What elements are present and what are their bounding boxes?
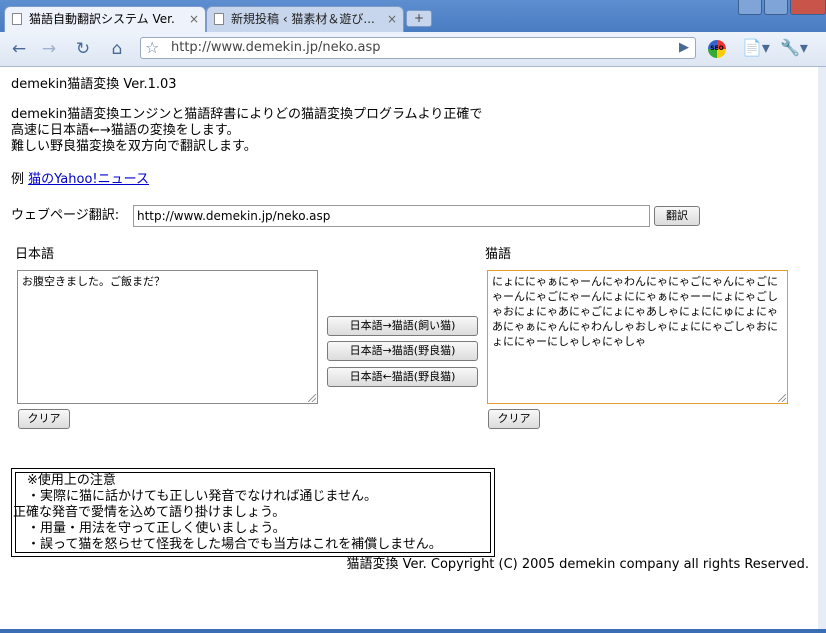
ja-to-cat-pet-button[interactable]: 日本語→猫語(飼い猫) [327,316,478,336]
description-line-3: 難しい野良猫変換を双方向で翻訳します。 [11,139,257,154]
page-favicon-icon [12,13,22,25]
cat-text: にょににゃぁにゃーんにゃわんにゃにゃごにゃんにゃごにゃーんにゃごにゃーんにょにに… [492,275,778,348]
tab-title: 新規投稿 ‹ 猫素材＆遊び... [231,12,375,26]
page-title: demekin猫語変換 Ver.1.03 [11,77,177,92]
seo-icon[interactable]: SEO [708,40,726,58]
title-bar: 猫語自動翻訳システム Ver. × 新規投稿 ‹ 猫素材＆遊び... × + [0,0,826,32]
address-url[interactable]: http://www.demekin.jp/neko.asp [171,38,380,58]
home-icon[interactable]: ⌂ [106,38,128,60]
tab-new-post[interactable]: 新規投稿 ‹ 猫素材＆遊び... × [206,6,404,32]
close-tab-icon[interactable]: × [387,7,397,31]
usage-notice-box: ※使用上の注意 ・実際に猫に話かけても正しい発音でなければ通じません。 正確な発… [11,468,495,557]
notice-line: 正確な発音で愛情を込めて語り掛けましょう。 [13,505,286,520]
tab-title: 猫語自動翻訳システム Ver. [29,12,175,26]
wrench-icon[interactable]: 🔧▾ [780,38,808,57]
seo-icon-label: SEO [710,45,724,52]
ja-to-cat-stray-button[interactable]: 日本語→猫語(野良猫) [327,341,478,361]
tab-neko-translator[interactable]: 猫語自動翻訳システム Ver. × [4,6,206,32]
japanese-label: 日本語 [15,247,55,262]
page-favicon-icon [214,13,224,25]
example-prefix: 例 [11,172,29,187]
maximize-button[interactable] [764,0,788,15]
notice-heading: ※使用上の注意 [27,473,116,488]
play-icon[interactable]: ▶ [679,38,689,58]
notice-line: ・誤って猫を怒らせて怪我をした場合でも当方はこれを補償しません。 [27,537,442,552]
japanese-clear-button[interactable]: クリア [18,409,70,429]
browser-toolbar: ← → ↻ ⌂ ☆ http://www.demekin.jp/neko.asp… [0,32,826,67]
window-right-edge [818,67,826,629]
reload-icon[interactable]: ↻ [72,38,94,60]
notice-line: ・用量・用法を守って正しく使いましょう。 [27,521,286,536]
translate-button[interactable]: 翻訳 [654,206,700,226]
new-tab-button[interactable]: + [406,10,432,27]
description-line-1: demekin猫語変換エンジンと猫語辞書によりどの猫語変換プログラムより正確で [11,107,483,122]
cat-to-ja-stray-button[interactable]: 日本語←猫語(野良猫) [327,367,478,387]
web-translate-label: ウェブページ翻訳: [11,208,120,223]
minimize-button[interactable] [738,0,762,15]
resize-grip-icon[interactable] [308,394,316,402]
window-bottom-edge [0,629,826,633]
web-translate-url-input[interactable]: http://www.demekin.jp/neko.asp [133,205,650,227]
address-bar[interactable]: ☆ http://www.demekin.jp/neko.asp ▶ [140,37,696,59]
example-line: 例 猫のYahoo!ニュース [11,172,149,188]
cat-textarea[interactable]: にょににゃぁにゃーんにゃわんにゃにゃごにゃんにゃごにゃーんにゃごにゃーんにょにに… [487,270,788,404]
description-line-2: 高速に日本語←→猫語の変換をします。 [11,123,240,138]
japanese-textarea[interactable]: お腹空きました。ご飯まだ？ [17,270,318,404]
yahoo-news-link[interactable]: 猫のYahoo!ニュース [28,172,149,187]
window-controls [736,0,826,18]
cat-label: 猫語 [485,247,512,262]
page-content: demekin猫語変換 Ver.1.03 demekin猫語変換エンジンと猫語辞… [0,67,818,629]
japanese-text: お腹空きました。ご飯まだ？ [22,275,165,288]
close-window-button[interactable] [790,0,826,15]
star-icon[interactable]: ☆ [145,38,159,58]
page-menu-icon[interactable]: 📄▾ [742,38,770,57]
resize-grip-icon[interactable] [778,394,786,402]
cat-clear-button[interactable]: クリア [488,409,540,429]
usage-notice-inner: ※使用上の注意 ・実際に猫に話かけても正しい発音でなければ通じません。 正確な発… [13,472,491,553]
notice-line: ・実際に猫に話かけても正しい発音でなければ通じません。 [27,489,377,504]
forward-arrow-icon[interactable]: → [38,38,60,60]
copyright-text: 猫語変換 Ver. Copyright (C) 2005 demekin com… [346,557,809,572]
back-arrow-icon[interactable]: ← [8,38,30,60]
close-tab-icon[interactable]: × [189,7,199,31]
